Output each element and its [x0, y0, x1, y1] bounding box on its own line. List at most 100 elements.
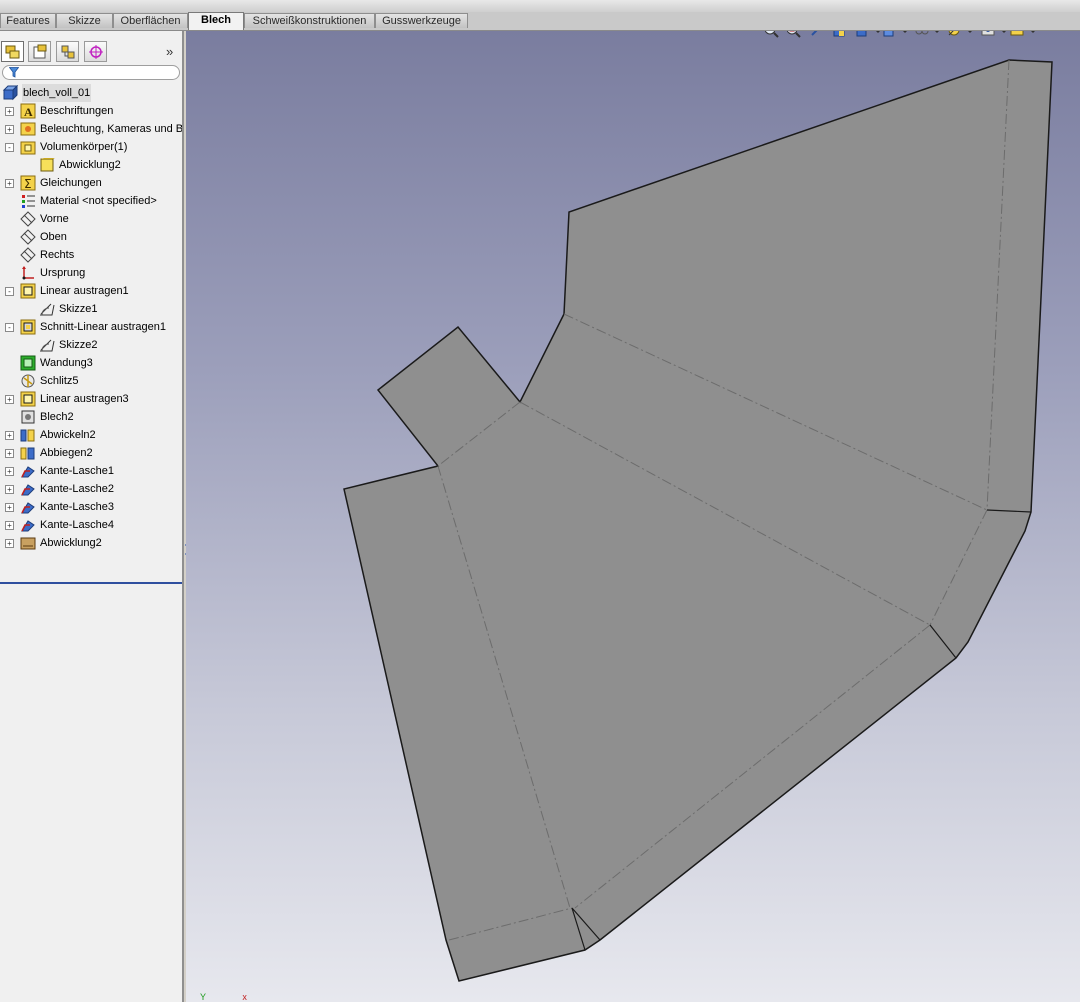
- tree-item[interactable]: - Volumenkörper(1): [0, 138, 182, 156]
- collapse-node-icon[interactable]: -: [5, 323, 14, 332]
- equations-icon: Σ: [20, 175, 36, 191]
- tree-item-label: Blech2: [40, 411, 74, 423]
- tree-item[interactable]: + Abwickeln2: [0, 426, 182, 444]
- tree-item-label: Schlitz5: [40, 375, 79, 387]
- dimxpert-icon: [89, 45, 103, 59]
- tree-item[interactable]: Abwicklung2: [0, 156, 182, 174]
- filter-icon: [9, 67, 19, 78]
- tree-item[interactable]: Ursprung: [0, 264, 182, 282]
- expand-node-icon[interactable]: +: [5, 125, 14, 134]
- tree-item[interactable]: + Kante-Lasche2: [0, 480, 182, 498]
- expand-node-icon[interactable]: +: [5, 449, 14, 458]
- tree-item-label: Ursprung: [40, 267, 86, 279]
- tree-item[interactable]: + Beleuchtung, Kameras und Bü: [0, 120, 182, 138]
- tab-schweisskonstruktionen[interactable]: Schweißkonstruktionen: [244, 13, 375, 28]
- tree-item[interactable]: + Σ Gleichungen: [0, 174, 182, 192]
- expand-node-icon[interactable]: +: [5, 179, 14, 188]
- sheet-outline[interactable]: [343, 59, 1053, 982]
- rollback-bar[interactable]: [0, 582, 182, 584]
- tree-item-label: Material <not specified>: [40, 195, 157, 207]
- tab-skizze[interactable]: Skizze: [56, 13, 113, 28]
- tree-item[interactable]: Vorne: [0, 210, 182, 228]
- tree-item-label: Linear austragen1: [40, 285, 129, 297]
- tree-root-part[interactable]: blech_voll_01: [0, 84, 182, 102]
- tree-item[interactable]: Skizze2: [0, 336, 182, 354]
- edge-flange-icon: [21, 502, 35, 514]
- tree-filter-input[interactable]: [2, 65, 180, 80]
- svg-text:A: A: [24, 105, 33, 119]
- tree-item[interactable]: + Kante-Lasche4: [0, 516, 182, 534]
- origin-icon: [22, 266, 34, 280]
- material-icon: [22, 195, 35, 208]
- tree-item-label: Abwickeln2: [40, 429, 96, 441]
- reference-triad: Y x: [200, 992, 247, 1002]
- expand-node-icon[interactable]: +: [5, 395, 14, 404]
- tab-blech[interactable]: Blech: [188, 12, 244, 30]
- tree-item[interactable]: Schlitz5: [0, 372, 182, 390]
- expand-node-icon[interactable]: +: [5, 467, 14, 476]
- expand-node-icon[interactable]: +: [5, 107, 14, 116]
- tree-item-label: Rechts: [40, 249, 75, 261]
- solid-bodies-folder-icon: [20, 141, 36, 155]
- configuration-manager-icon: [61, 45, 75, 59]
- tree-item-label: Vorne: [40, 213, 69, 225]
- edge-flange-icon: [21, 520, 35, 532]
- tree-item-label: Beschriftungen: [40, 105, 114, 117]
- expand-panel-button[interactable]: »: [166, 44, 173, 59]
- feature-manager-tab[interactable]: [1, 41, 24, 62]
- lights-icon: [20, 122, 36, 136]
- sketch-icon: [40, 339, 55, 352]
- svg-text:Σ: Σ: [24, 177, 32, 191]
- tree-item[interactable]: - Schnitt-Linear austragen1: [0, 318, 182, 336]
- flat-pattern-icon: [20, 537, 36, 550]
- body-icon: [40, 158, 55, 172]
- rip-icon: [21, 374, 35, 388]
- tree-item[interactable]: Rechts: [0, 246, 182, 264]
- tree-item-label: Linear austragen3: [40, 393, 129, 405]
- dimxpert-tab[interactable]: [84, 41, 107, 62]
- tree-item-label: Abbiegen2: [40, 447, 93, 459]
- feature-tree-icon: [5, 45, 20, 59]
- collapse-node-icon[interactable]: -: [5, 143, 14, 152]
- expand-node-icon[interactable]: +: [5, 485, 14, 494]
- sheet-metal-icon: [21, 410, 35, 424]
- tree-item-label: Schnitt-Linear austragen1: [40, 321, 166, 333]
- edge-flange-icon: [21, 466, 35, 478]
- tree-item-label: Oben: [40, 231, 67, 243]
- flat-pattern-model[interactable]: [186, 31, 1080, 1002]
- triad-x-axis-icon: x: [242, 992, 247, 1002]
- tree-item[interactable]: + A Beschriftungen: [0, 102, 182, 120]
- property-manager-tab[interactable]: [28, 41, 51, 62]
- edge-flange-icon: [21, 484, 35, 496]
- triad-y-axis-icon: Y: [200, 992, 206, 1002]
- graphics-viewport[interactable]: Y x: [186, 31, 1080, 1002]
- tree-item[interactable]: Material <not specified>: [0, 192, 182, 210]
- expand-node-icon[interactable]: +: [5, 431, 14, 440]
- tree-item[interactable]: + Abwicklung2: [0, 534, 182, 552]
- tree-item[interactable]: + Kante-Lasche1: [0, 462, 182, 480]
- tree-item[interactable]: - Linear austragen1: [0, 282, 182, 300]
- part-icon: [2, 85, 18, 101]
- tree-item[interactable]: Oben: [0, 228, 182, 246]
- feature-tree: blech_voll_01 + A Beschriftungen + Beleuchtun…: [0, 84, 182, 552]
- feature-manager-panel: » blech_voll_01 + A Beschriftungen + Beleucht…: [0, 31, 184, 1002]
- extrude-icon: [20, 283, 36, 299]
- expand-node-icon[interactable]: +: [5, 521, 14, 530]
- tree-item[interactable]: Skizze1: [0, 300, 182, 318]
- configuration-manager-tab[interactable]: [56, 41, 79, 62]
- expand-node-icon[interactable]: +: [5, 539, 14, 548]
- tree-item[interactable]: Blech2: [0, 408, 182, 426]
- plane-icon: [20, 247, 36, 263]
- tree-item-label: Kante-Lasche3: [40, 501, 114, 513]
- expand-node-icon[interactable]: +: [5, 503, 14, 512]
- tree-item[interactable]: + Kante-Lasche3: [0, 498, 182, 516]
- tab-features[interactable]: Features: [0, 13, 56, 28]
- tab-gusswerkzeuge[interactable]: Gusswerkzeuge: [375, 13, 468, 28]
- unfold-icon: [20, 429, 35, 442]
- tree-item[interactable]: + Linear austragen3: [0, 390, 182, 408]
- tree-item[interactable]: Wandung3: [0, 354, 182, 372]
- collapse-node-icon[interactable]: -: [5, 287, 14, 296]
- tree-item-label: Kante-Lasche4: [40, 519, 114, 531]
- tab-oberflaechen[interactable]: Oberflächen: [113, 13, 188, 28]
- tree-item[interactable]: + Abbiegen2: [0, 444, 182, 462]
